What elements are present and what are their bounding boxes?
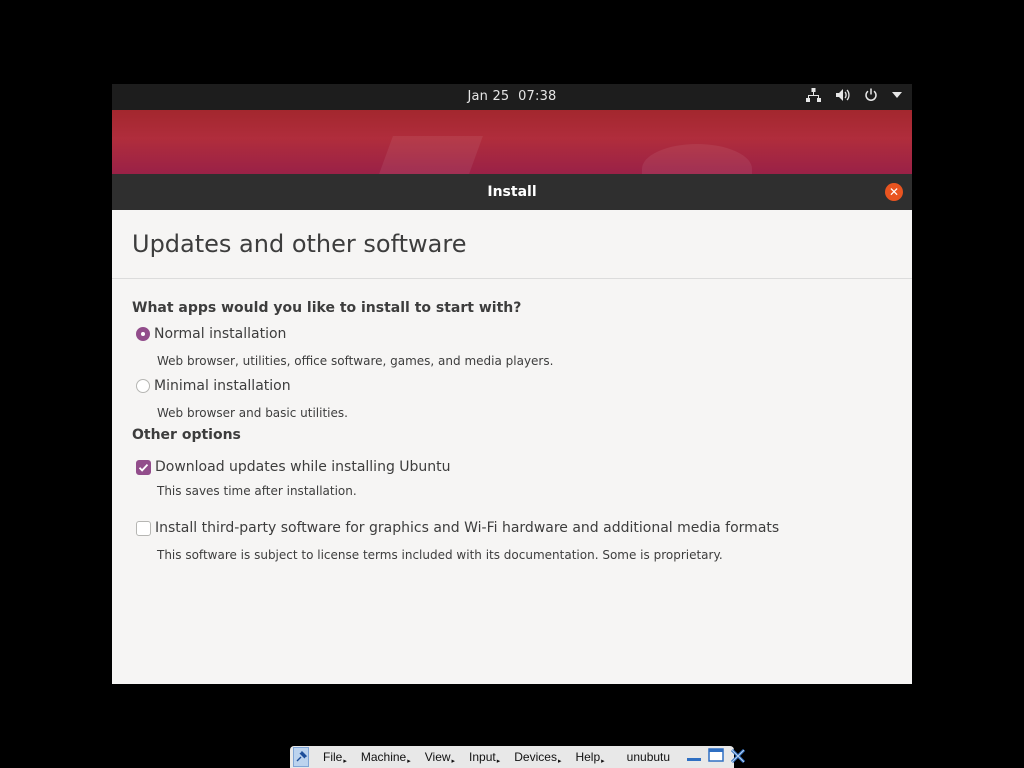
normal-installation-label[interactable]: Normal installation [154, 326, 286, 342]
third-party-software-label[interactable]: Install third-party software for graphic… [155, 520, 779, 536]
clock-time: 07:38 [518, 89, 557, 104]
power-icon[interactable] [864, 88, 878, 102]
normal-installation-description: Web browser, utilities, office software,… [157, 354, 554, 368]
system-tray[interactable] [806, 88, 902, 102]
clock[interactable]: Jan 25 07:38 [112, 89, 912, 104]
vm-name: unubutu [626, 750, 671, 764]
window-mode-icon[interactable] [708, 748, 724, 766]
other-options-heading: Other options [132, 427, 241, 443]
desktop-wallpaper [112, 110, 912, 174]
top-bar: Jan 25 07:38 [112, 84, 912, 110]
close-vm-icon[interactable] [730, 748, 746, 767]
vbox-menu: File Machine View Input Devices Help [323, 750, 605, 765]
third-party-software-description: This software is subject to license term… [157, 548, 723, 562]
page-title: Updates and other software [132, 230, 467, 258]
virtualbox-menu-bar: File Machine View Input Devices Help unu… [290, 746, 746, 768]
install-type-question: What apps would you like to install to s… [132, 300, 522, 316]
third-party-software-checkbox[interactable]: Install third-party software for graphic… [136, 520, 779, 536]
download-updates-description: This saves time after installation. [157, 484, 357, 498]
menu-machine[interactable]: Machine [361, 750, 411, 765]
normal-installation-radio[interactable]: Normal installation [136, 326, 286, 342]
checkbox-unchecked-icon[interactable] [136, 520, 151, 536]
minimal-installation-label[interactable]: Minimal installation [154, 378, 291, 394]
window-title: Install [487, 184, 537, 200]
minimal-installation-description: Web browser and basic utilities. [157, 406, 348, 420]
window-titlebar[interactable]: Install ✕ [112, 174, 912, 210]
divider [112, 278, 912, 279]
download-updates-label[interactable]: Download updates while installing Ubuntu [155, 459, 451, 475]
minimal-installation-radio[interactable]: Minimal installation [136, 378, 291, 394]
menu-help[interactable]: Help [575, 750, 604, 765]
network-icon[interactable] [806, 88, 821, 102]
radio-unselected-icon[interactable] [136, 379, 150, 393]
volume-icon[interactable] [835, 88, 850, 102]
menu-devices[interactable]: Devices [514, 750, 561, 765]
menu-file[interactable]: File [323, 750, 347, 765]
vbox-window-controls [686, 748, 746, 767]
download-updates-checkbox[interactable]: Download updates while installing Ubuntu [136, 459, 451, 475]
radio-selected-icon[interactable] [136, 327, 150, 341]
vm-screen: Jan 25 07:38 Install ✕ Updates and other… [112, 84, 912, 684]
clock-date: Jan 25 [467, 89, 510, 104]
close-button[interactable]: ✕ [885, 183, 903, 201]
installer-content: Updates and other software What apps wou… [112, 210, 912, 684]
menu-input[interactable]: Input [469, 750, 500, 765]
menu-view[interactable]: View [425, 750, 455, 765]
dropdown-arrow-icon[interactable] [892, 92, 902, 98]
minimize-icon[interactable] [686, 749, 702, 766]
close-icon: ✕ [888, 185, 900, 199]
checkbox-checked-icon[interactable] [136, 459, 151, 475]
pin-icon[interactable] [293, 747, 309, 767]
